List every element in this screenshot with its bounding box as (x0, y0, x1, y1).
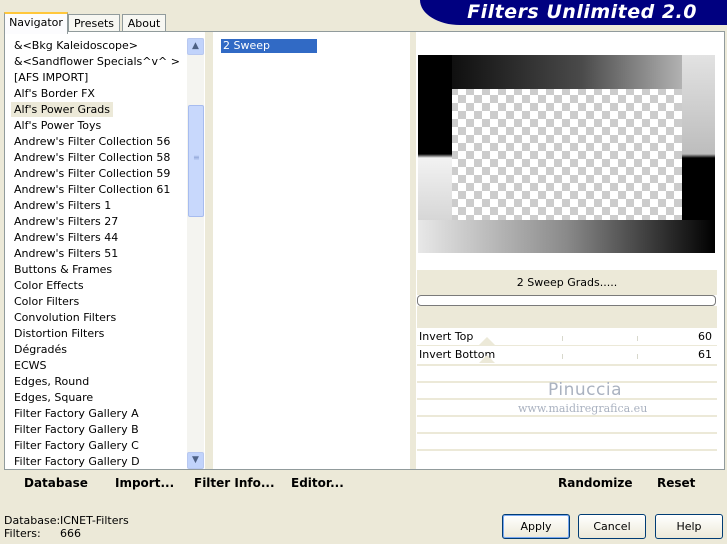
category-item[interactable]: Edges, Square (11, 390, 96, 405)
import-button[interactable]: Import... (115, 476, 174, 490)
help-button[interactable]: Help (655, 514, 723, 539)
category-item[interactable]: [AFS IMPORT] (11, 70, 91, 85)
filters-count: 666 (60, 527, 81, 540)
tab-navigator[interactable]: Navigator (4, 12, 68, 34)
left-button-bar: Database Import... Filter Info... Editor… (8, 471, 410, 496)
tab-about[interactable]: About (122, 14, 166, 32)
category-item[interactable]: Andrew's Filters 27 (11, 214, 121, 229)
category-scrollbar[interactable]: ▲ ≡ ▼ (187, 38, 204, 469)
progress-bar (417, 295, 716, 306)
slider-invert-top[interactable]: Invert Top 60 (417, 327, 717, 345)
category-item[interactable]: Filter Factory Gallery A (11, 406, 142, 421)
grip-icon: ≡ (193, 153, 200, 162)
slider-track[interactable] (479, 354, 697, 363)
category-item[interactable]: Dégradés (11, 342, 70, 357)
chevron-down-icon[interactable]: ▼ (187, 452, 204, 469)
category-item[interactable]: Edges, Round (11, 374, 92, 389)
category-item[interactable]: Andrew's Filters 44 (11, 230, 121, 245)
category-item[interactable]: Distortion Filters (11, 326, 107, 341)
reset-button[interactable]: Reset (657, 476, 695, 490)
slider-value: 60 (698, 330, 712, 343)
empty-control-row (417, 364, 717, 381)
randomize-button[interactable]: Randomize (558, 476, 632, 490)
app-title: Filters Unlimited 2.0 (467, 1, 697, 23)
empty-control-row (417, 432, 717, 449)
slider-label: Invert Top (419, 330, 474, 343)
database-label: Database: (4, 514, 61, 527)
category-item[interactable]: Color Filters (11, 294, 82, 309)
scrollbar-thumb[interactable]: ≡ (188, 105, 204, 217)
database-button[interactable]: Database (24, 476, 88, 490)
title-banner: Filters Unlimited 2.0 (420, 0, 727, 25)
slider-handle[interactable] (479, 337, 495, 345)
category-item[interactable]: Filter Factory Gallery B (11, 422, 142, 437)
category-item[interactable]: Andrew's Filters 51 (11, 246, 121, 261)
divider (410, 32, 416, 469)
slider-invert-bottom[interactable]: Invert Bottom 61 (417, 345, 717, 363)
empty-control-row (417, 415, 717, 432)
category-item[interactable]: ECWS (11, 358, 50, 373)
category-item[interactable]: Andrew's Filter Collection 59 (11, 166, 173, 181)
slider-tick (562, 354, 563, 359)
category-list[interactable]: &<Bkg Kaleidoscope> &<Sandflower Specials… (8, 38, 184, 470)
category-item[interactable]: &<Bkg Kaleidoscope> (11, 38, 141, 53)
category-item[interactable]: Alf's Power Toys (11, 118, 104, 133)
category-item[interactable]: Filter Factory Gallery C (11, 438, 142, 453)
tab-presets[interactable]: Presets (68, 14, 120, 32)
category-item[interactable]: Alf's Power Grads (11, 102, 113, 117)
slider-handle[interactable] (479, 355, 495, 363)
watermark-url: www.maidiregrafica.eu (518, 402, 648, 415)
category-item[interactable]: Alf's Border FX (11, 86, 98, 101)
category-item[interactable]: Filter Factory Gallery D (11, 454, 143, 469)
category-item[interactable]: Convolution Filters (11, 310, 119, 325)
spacer-row (417, 306, 717, 327)
empty-control-row (417, 449, 717, 466)
watermark-name: Pinuccia (548, 380, 622, 400)
cancel-button[interactable]: Cancel (578, 514, 646, 539)
chevron-up-icon[interactable]: ▲ (187, 38, 204, 55)
preview-image (418, 55, 715, 253)
right-button-bar: Randomize Reset (416, 471, 719, 496)
divider (205, 32, 213, 469)
category-item[interactable]: Buttons & Frames (11, 262, 115, 277)
slider-tick (562, 336, 563, 341)
category-item[interactable]: &<Sandflower Specials^v^ > (11, 54, 183, 69)
slider-tick (637, 354, 638, 359)
filter-name-row: 2 Sweep Grads..... (417, 270, 717, 295)
filter-item[interactable]: 2 Sweep Grads..... (221, 39, 317, 66)
category-item[interactable]: Color Effects (11, 278, 87, 293)
category-item[interactable]: Andrew's Filter Collection 56 (11, 134, 173, 149)
database-value: ICNET-Filters (60, 514, 129, 527)
category-item[interactable]: Andrew's Filter Collection 58 (11, 150, 173, 165)
filter-info-button[interactable]: Filter Info... (194, 476, 275, 490)
editor-button[interactable]: Editor... (291, 476, 344, 490)
filters-label: Filters: (4, 527, 41, 540)
category-item[interactable]: Andrew's Filter Collection 61 (11, 182, 173, 197)
slider-value: 61 (698, 348, 712, 361)
apply-button[interactable]: Apply (502, 514, 570, 539)
slider-tick (637, 336, 638, 341)
category-item[interactable]: Andrew's Filters 1 (11, 198, 114, 213)
filter-name: 2 Sweep Grads..... (516, 276, 618, 289)
